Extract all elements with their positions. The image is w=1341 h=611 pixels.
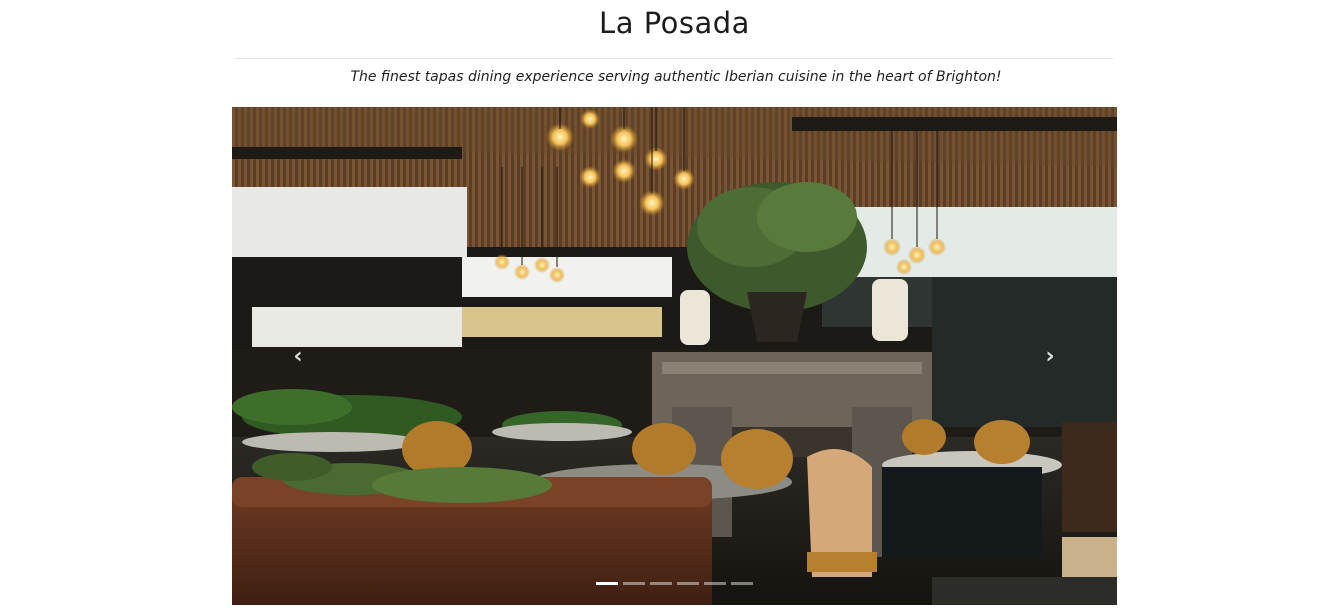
restaurant-interior-image <box>232 107 1117 605</box>
carousel-indicator-5[interactable] <box>704 582 726 585</box>
header-divider <box>235 58 1113 59</box>
site-tagline: The finest tapas dining experience servi… <box>350 69 1002 85</box>
carousel-indicator-4[interactable] <box>677 582 699 585</box>
carousel-indicator-6[interactable] <box>731 582 753 585</box>
chevron-left-icon: ‹ <box>293 343 303 369</box>
image-carousel: ‹ › <box>232 107 1117 605</box>
carousel-indicator-2[interactable] <box>623 582 645 585</box>
carousel-indicator-3[interactable] <box>650 582 672 585</box>
site-title: La Posada <box>599 6 750 40</box>
chevron-right-icon: › <box>1045 343 1055 369</box>
carousel-indicators <box>232 582 1117 586</box>
carousel-next-button[interactable]: › <box>1030 331 1070 381</box>
carousel-indicator-1[interactable] <box>596 582 618 585</box>
carousel-prev-button[interactable]: ‹ <box>278 331 318 381</box>
carousel-slide-restaurant-interior <box>232 107 1117 605</box>
